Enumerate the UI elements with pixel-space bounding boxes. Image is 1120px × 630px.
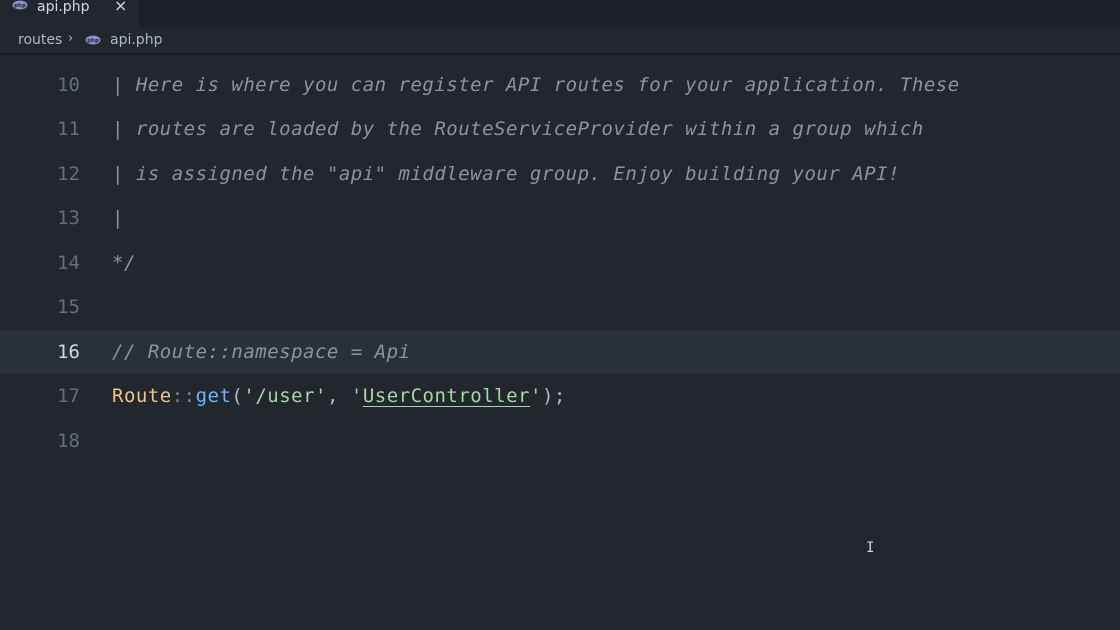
token-class: Route xyxy=(112,385,172,407)
breadcrumb-file-api-php[interactable]: api.php xyxy=(110,32,162,48)
code-line-13[interactable]: 13 | xyxy=(0,196,1120,240)
tab-api-php[interactable]: php api.php × xyxy=(0,0,140,27)
line-number: 13 xyxy=(57,207,80,229)
code-text[interactable]: Route::get('/user', 'UserController'); xyxy=(112,385,566,407)
text-cursor-icon: I xyxy=(866,540,875,556)
code-text[interactable]: | is assigned the "api" middleware group… xyxy=(112,163,900,185)
code-text[interactable]: | Here is where you can register API rou… xyxy=(112,74,960,96)
svg-text:php: php xyxy=(87,38,99,44)
token-quote: ' xyxy=(243,385,256,407)
code-line-18[interactable]: 18 xyxy=(0,419,1120,463)
php-file-icon: php xyxy=(85,35,101,45)
php-file-icon: php xyxy=(12,0,28,10)
line-number: 16 xyxy=(57,341,80,363)
token-open-paren: ( xyxy=(231,385,244,407)
line-number: 12 xyxy=(57,163,80,185)
code-text[interactable]: | routes are loaded by the RouteServiceP… xyxy=(112,118,924,140)
code-text[interactable]: | xyxy=(112,207,124,229)
line-number: 10 xyxy=(57,74,80,96)
token-string-path: /user xyxy=(255,385,316,407)
code-line-17[interactable]: 17 Route::get('/user', 'UserController')… xyxy=(0,374,1120,418)
tab-bar: php api.php × xyxy=(0,0,1120,27)
line-number: 17 xyxy=(57,385,80,407)
line-number: 15 xyxy=(57,296,80,318)
code-line-15[interactable]: 15 xyxy=(0,285,1120,329)
breadcrumb: routes › php api.php xyxy=(0,27,1120,53)
svg-text:php: php xyxy=(14,3,26,9)
code-line-16-active[interactable]: 16 // Route::namespace = Api xyxy=(0,330,1120,374)
code-text[interactable]: */ xyxy=(112,252,136,274)
code-line-10[interactable]: 10 | Here is where you can register API … xyxy=(0,63,1120,107)
code-line-12[interactable]: 12 | is assigned the "api" middleware gr… xyxy=(0,152,1120,196)
line-number: 18 xyxy=(57,430,80,452)
breadcrumb-folder-routes[interactable]: routes xyxy=(18,32,62,48)
close-icon[interactable]: × xyxy=(114,0,127,14)
code-editor[interactable]: 10 | Here is where you can register API … xyxy=(0,53,1120,630)
line-number: 14 xyxy=(57,252,80,274)
code-line-11[interactable]: 11 | routes are loaded by the RouteServi… xyxy=(0,107,1120,151)
line-number: 11 xyxy=(57,118,80,140)
token-string-controller-link[interactable]: UserController xyxy=(363,385,530,407)
token-method: get xyxy=(195,385,232,407)
token-operator: :: xyxy=(171,385,196,407)
token-quote: ' xyxy=(350,385,363,407)
code-line-14[interactable]: 14 */ xyxy=(0,241,1120,285)
code-text[interactable]: // Route::namespace = Api xyxy=(112,341,410,363)
token-comma: , xyxy=(326,385,351,407)
chevron-right-icon: › xyxy=(68,31,74,46)
token-quote: ' xyxy=(529,385,542,407)
tab-label: api.php xyxy=(37,0,90,15)
token-close: ); xyxy=(541,385,566,407)
token-quote: ' xyxy=(315,385,327,407)
